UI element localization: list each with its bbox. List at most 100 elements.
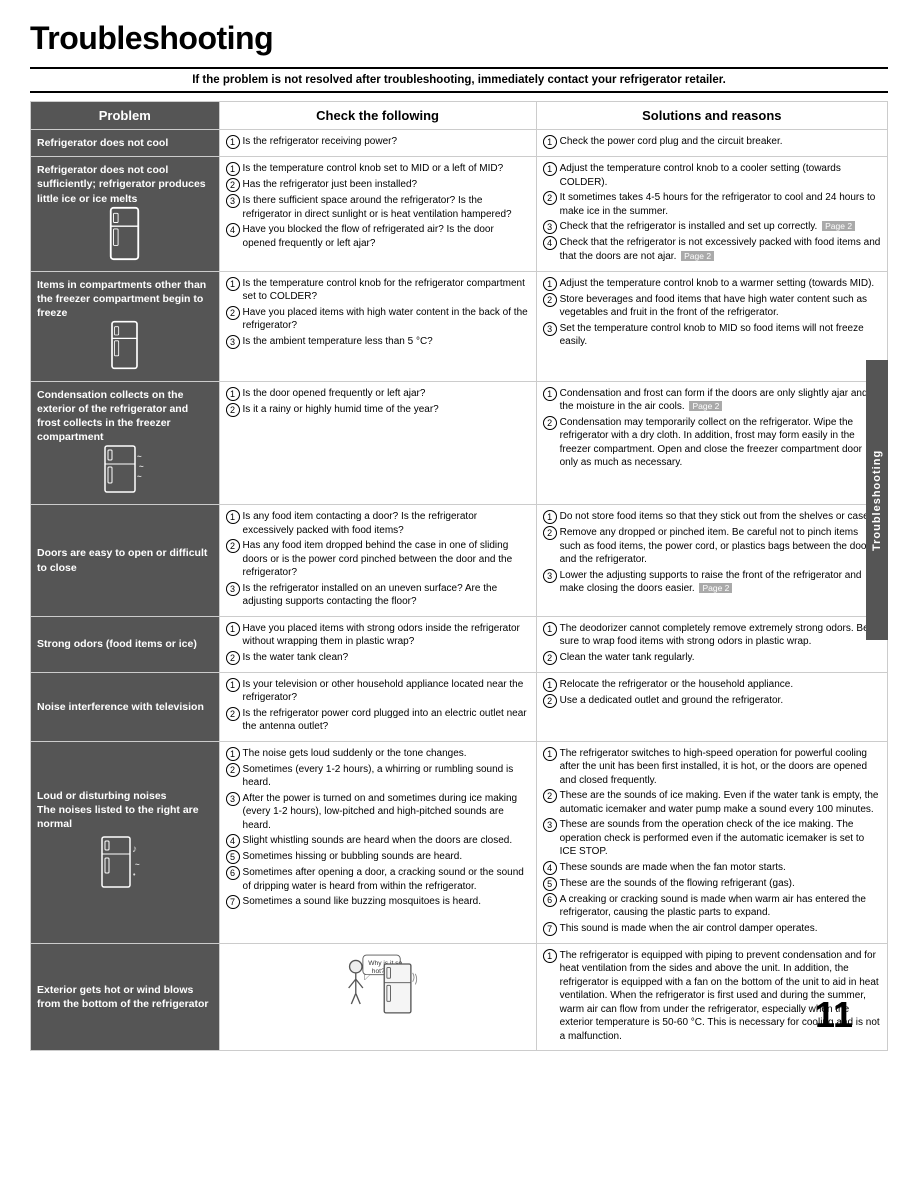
check-text: After the power is turned on and sometim… bbox=[243, 792, 530, 833]
check-number-icon: 3 bbox=[226, 194, 240, 208]
sol-item: 3Check that the refrigerator is installe… bbox=[543, 220, 881, 234]
check-item: 3Is there sufficient space around the re… bbox=[226, 194, 530, 221]
sol-item: 2Condensation may temporarily collect on… bbox=[543, 416, 881, 470]
sol-text: Check that the refrigerator is not exces… bbox=[560, 236, 881, 263]
sol-text: Adjust the temperature control knob to a… bbox=[560, 277, 875, 291]
solution-cell-4: 1Do not store food items so that they st… bbox=[536, 505, 887, 617]
sol-item: 1The refrigerator switches to high-speed… bbox=[543, 747, 881, 788]
page-badge: Page 2 bbox=[681, 251, 714, 261]
col-solutions: Solutions and reasons bbox=[536, 102, 887, 130]
check-cell-3: 1Is the door opened frequently or left a… bbox=[219, 381, 536, 505]
solution-cell-7: 1The refrigerator switches to high-speed… bbox=[536, 741, 887, 943]
sol-item: 1Condensation and frost can form if the … bbox=[543, 387, 881, 414]
problem-cell-3: Condensation collects on the exterior of… bbox=[31, 381, 220, 505]
problem-label-7: Loud or disturbing noises The noises lis… bbox=[37, 789, 213, 832]
check-text: Is any food item contacting a door? Is t… bbox=[243, 510, 530, 537]
col-check: Check the following bbox=[219, 102, 536, 130]
check-cell-1: 1Is the temperature control knob set to … bbox=[219, 157, 536, 272]
sol-item: 2It sometimes takes 4-5 hours for the re… bbox=[543, 191, 881, 218]
sol-item: 1Relocate the refrigerator or the househ… bbox=[543, 678, 881, 692]
sol-item: 4Check that the refrigerator is not exce… bbox=[543, 236, 881, 263]
check-text: Have you placed items with strong odors … bbox=[243, 622, 530, 649]
check-text: Is the temperature control knob set to M… bbox=[243, 162, 504, 176]
check-text: Have you blocked the flow of refrigerate… bbox=[243, 223, 530, 250]
col-problem: Problem bbox=[31, 102, 220, 130]
page-number: 11 bbox=[815, 994, 853, 1036]
sol-text: Relocate the refrigerator or the househo… bbox=[560, 678, 793, 692]
fridge-icon-2 bbox=[37, 320, 213, 374]
check-number-icon: 1 bbox=[226, 622, 240, 636]
check-text: The noise gets loud suddenly or the tone… bbox=[243, 747, 467, 761]
check-text: Is there sufficient space around the ref… bbox=[243, 194, 530, 221]
sol-list-0: 1Check the power cord plug and the circu… bbox=[543, 135, 881, 149]
check-number-icon: 6 bbox=[226, 866, 240, 880]
problem-label-5: Strong odors (food items or ice) bbox=[37, 637, 213, 651]
solution-cell-2: 1Adjust the temperature control knob to … bbox=[536, 271, 887, 381]
check-text: Is the temperature control knob for the … bbox=[243, 277, 530, 304]
check-cell-5: 1Have you placed items with strong odors… bbox=[219, 616, 536, 672]
svg-text:~: ~ bbox=[137, 472, 142, 481]
svg-text:♪: ♪ bbox=[132, 844, 137, 855]
svg-text:•: • bbox=[133, 872, 136, 879]
sol-number-icon: 1 bbox=[543, 162, 557, 176]
check-text: Have you placed items with high water co… bbox=[243, 306, 530, 333]
sol-text: Clean the water tank regularly. bbox=[560, 651, 695, 665]
sol-item: 7This sound is made when the air control… bbox=[543, 922, 881, 936]
sol-text: A creaking or cracking sound is made whe… bbox=[560, 893, 881, 920]
sol-item: 3Set the temperature control knob to MID… bbox=[543, 322, 881, 349]
sol-item: 2These are the sounds of ice making. Eve… bbox=[543, 789, 881, 816]
sol-list-3: 1Condensation and frost can form if the … bbox=[543, 387, 881, 470]
check-number-icon: 7 bbox=[226, 895, 240, 909]
check-list-5: 1Have you placed items with strong odors… bbox=[226, 622, 530, 665]
problem-cell-0: Refrigerator does not cool bbox=[31, 130, 220, 157]
page-container: Troubleshooting If the problem is not re… bbox=[30, 20, 888, 1051]
check-number-icon: 1 bbox=[226, 510, 240, 524]
check-item: 3After the power is turned on and someti… bbox=[226, 792, 530, 833]
check-number-icon: 2 bbox=[226, 178, 240, 192]
sol-number-icon: 3 bbox=[543, 569, 557, 583]
problem-label-4: Doors are easy to open or difficult to c… bbox=[37, 546, 213, 574]
sol-text: Condensation may temporarily collect on … bbox=[560, 416, 881, 470]
sol-text: It sometimes takes 4-5 hours for the ref… bbox=[560, 191, 881, 218]
sol-item: 3These are sounds from the operation che… bbox=[543, 818, 881, 859]
sol-item: 5These are the sounds of the flowing ref… bbox=[543, 877, 881, 891]
check-text: Sometimes after opening a door, a cracki… bbox=[243, 866, 530, 893]
warning-bar: If the problem is not resolved after tro… bbox=[30, 67, 888, 93]
check-item: 1Is the temperature control knob for the… bbox=[226, 277, 530, 304]
sol-item: 1Adjust the temperature control knob to … bbox=[543, 277, 881, 291]
sol-number-icon: 2 bbox=[543, 416, 557, 430]
check-number-icon: 4 bbox=[226, 223, 240, 237]
check-number-icon: 2 bbox=[226, 763, 240, 777]
sol-number-icon: 1 bbox=[543, 678, 557, 692]
sol-text: Use a dedicated outlet and ground the re… bbox=[560, 694, 783, 708]
sol-text: These are sounds from the operation chec… bbox=[560, 818, 881, 859]
check-item: 1Have you placed items with strong odors… bbox=[226, 622, 530, 649]
sol-number-icon: 1 bbox=[543, 135, 557, 149]
fridge-icon-1 bbox=[37, 206, 213, 265]
problem-label-2: Items in compartments other than the fre… bbox=[37, 278, 213, 321]
problem-label-0: Refrigerator does not cool bbox=[37, 136, 213, 150]
sol-number-icon: 1 bbox=[543, 949, 557, 963]
sol-text: Adjust the temperature control knob to a… bbox=[560, 162, 881, 189]
sol-text: Lower the adjusting supports to raise th… bbox=[560, 569, 881, 596]
problem-cell-1: Refrigerator does not cool sufficiently;… bbox=[31, 157, 220, 272]
page-title: Troubleshooting bbox=[30, 20, 888, 57]
sol-number-icon: 2 bbox=[543, 191, 557, 205]
sol-number-icon: 3 bbox=[543, 818, 557, 832]
sol-list-1: 1Adjust the temperature control knob to … bbox=[543, 162, 881, 263]
check-number-icon: 5 bbox=[226, 850, 240, 864]
check-item: 3Is the ambient temperature less than 5 … bbox=[226, 335, 530, 349]
sol-number-icon: 6 bbox=[543, 893, 557, 907]
page-badge: Page 2 bbox=[689, 401, 722, 411]
sol-item: 4These sounds are made when the fan moto… bbox=[543, 861, 881, 875]
sol-number-icon: 4 bbox=[543, 236, 557, 250]
check-text: Has the refrigerator just been installed… bbox=[243, 178, 418, 192]
check-item: 2Has any food item dropped behind the ca… bbox=[226, 539, 530, 580]
problem-cell-5: Strong odors (food items or ice) bbox=[31, 616, 220, 672]
page-badge: Page 2 bbox=[699, 583, 732, 593]
sol-number-icon: 2 bbox=[543, 526, 557, 540]
check-number-icon: 1 bbox=[226, 135, 240, 149]
sol-number-icon: 4 bbox=[543, 861, 557, 875]
check-cell-0: 1Is the refrigerator receiving power? bbox=[219, 130, 536, 157]
sol-text: This sound is made when the air control … bbox=[560, 922, 818, 936]
